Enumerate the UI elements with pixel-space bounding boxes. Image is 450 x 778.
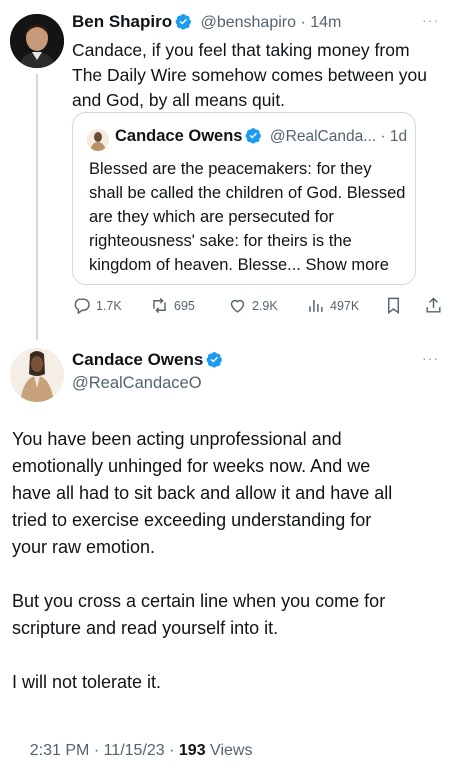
views-icon <box>309 299 323 312</box>
quoted-tweet[interactable]: Candace Owens @RealCanda... · 1d Blessed… <box>72 112 416 285</box>
quote-handle: @RealCanda... <box>269 128 377 145</box>
text-line: The Daily Wire somehow comes between you <box>72 65 428 85</box>
tweet-meta: 2:31 PM · 11/15/23 · 193 Views <box>12 724 253 778</box>
views-button[interactable]: 497K <box>306 296 359 315</box>
quote-line: shall be called the children of God. Ble… <box>89 184 406 202</box>
more-icon[interactable]: ··· <box>422 12 439 28</box>
quote-line: Blessed are the peacemakers: for they <box>89 160 372 178</box>
tweet-candace-owens[interactable]: Candace Owens @RealCandaceO ··· You have… <box>0 340 450 776</box>
retweet-button[interactable]: 695 <box>150 296 195 315</box>
retweet-count: 695 <box>174 298 195 313</box>
views-count: 193 <box>178 742 206 759</box>
text-line: have all had to sit back and allow it an… <box>12 483 393 503</box>
text-line: Candace, if you feel that taking money f… <box>72 40 410 60</box>
tweet2-author: Candace Owens <box>72 350 223 370</box>
paragraph: I will not tolerate it. <box>12 669 444 696</box>
quote-header: Candace Owens @RealCanda... · 1d <box>115 127 408 145</box>
tweet-ben-shapiro[interactable]: Ben Shapiro @benshapiro · 14m ··· Candac… <box>0 0 450 340</box>
author-name[interactable]: Candace Owens <box>72 350 203 369</box>
share-button[interactable] <box>424 296 443 315</box>
author-handle[interactable]: @RealCandaceO <box>72 374 202 393</box>
bookmark-icon <box>388 297 399 315</box>
bookmark-button[interactable] <box>384 296 403 315</box>
text-line: emotionally unhinged for weeks now. And … <box>12 456 371 476</box>
text-line: scripture and read yourself into it. <box>12 618 279 638</box>
text-line: But you cross a certain line when you co… <box>12 591 386 611</box>
author-handle[interactable]: @benshapiro <box>201 14 296 31</box>
tweet-time[interactable]: 14m <box>310 14 341 31</box>
quote-line: are they which are persecuted for <box>89 208 334 226</box>
thread-line <box>36 74 38 340</box>
verified-badge-icon <box>206 352 223 368</box>
tweet2-text: You have been acting unprofessional and … <box>12 426 444 696</box>
text-line: I will not tolerate it. <box>12 672 162 692</box>
reply-button[interactable]: 1.7K <box>72 296 122 315</box>
avatar-candace-owens[interactable] <box>10 348 64 402</box>
views-label: Views <box>205 742 253 759</box>
show-more-link[interactable]: Show more <box>305 256 388 274</box>
verified-badge-icon <box>175 14 192 30</box>
timestamp[interactable]: 2:31 PM · 11/15/23 · <box>30 742 179 759</box>
more-icon[interactable]: ··· <box>422 350 439 366</box>
text-line: and God, by all means quit. <box>72 90 286 110</box>
like-button[interactable]: 2.9K <box>228 296 278 315</box>
share-icon <box>426 297 441 313</box>
like-icon <box>230 299 245 313</box>
paragraph: But you cross a certain line when you co… <box>12 588 444 642</box>
tweet1-text: Candace, if you feel that taking money f… <box>72 38 444 113</box>
author-name[interactable]: Ben Shapiro <box>72 12 172 31</box>
reply-icon <box>74 298 90 315</box>
like-count: 2.9K <box>252 298 278 313</box>
tweet1-header: Ben Shapiro @benshapiro · 14m <box>72 12 342 31</box>
text-line: You have been acting unprofessional and <box>12 429 342 449</box>
retweet-icon <box>153 297 166 314</box>
quote-time: 1d <box>389 128 408 145</box>
avatar-ben-shapiro[interactable] <box>10 14 64 68</box>
text-line: your raw emotion. <box>12 537 156 557</box>
quote-line: kingdom of heaven. Blesse... <box>89 256 301 274</box>
quote-author-name: Candace Owens <box>115 127 243 145</box>
quote-text: Blessed are the peacemakers: for they sh… <box>89 157 415 277</box>
avatar-candace-owens-small <box>87 129 109 151</box>
text-line: tried to exercise exceeding understandin… <box>12 510 372 530</box>
verified-badge-icon <box>246 128 262 144</box>
views-count: 497K <box>330 298 360 313</box>
quote-line: righteousness' sake: for theirs is the <box>89 232 352 250</box>
paragraph: You have been acting unprofessional and … <box>12 426 444 561</box>
reply-count: 1.7K <box>96 298 122 313</box>
